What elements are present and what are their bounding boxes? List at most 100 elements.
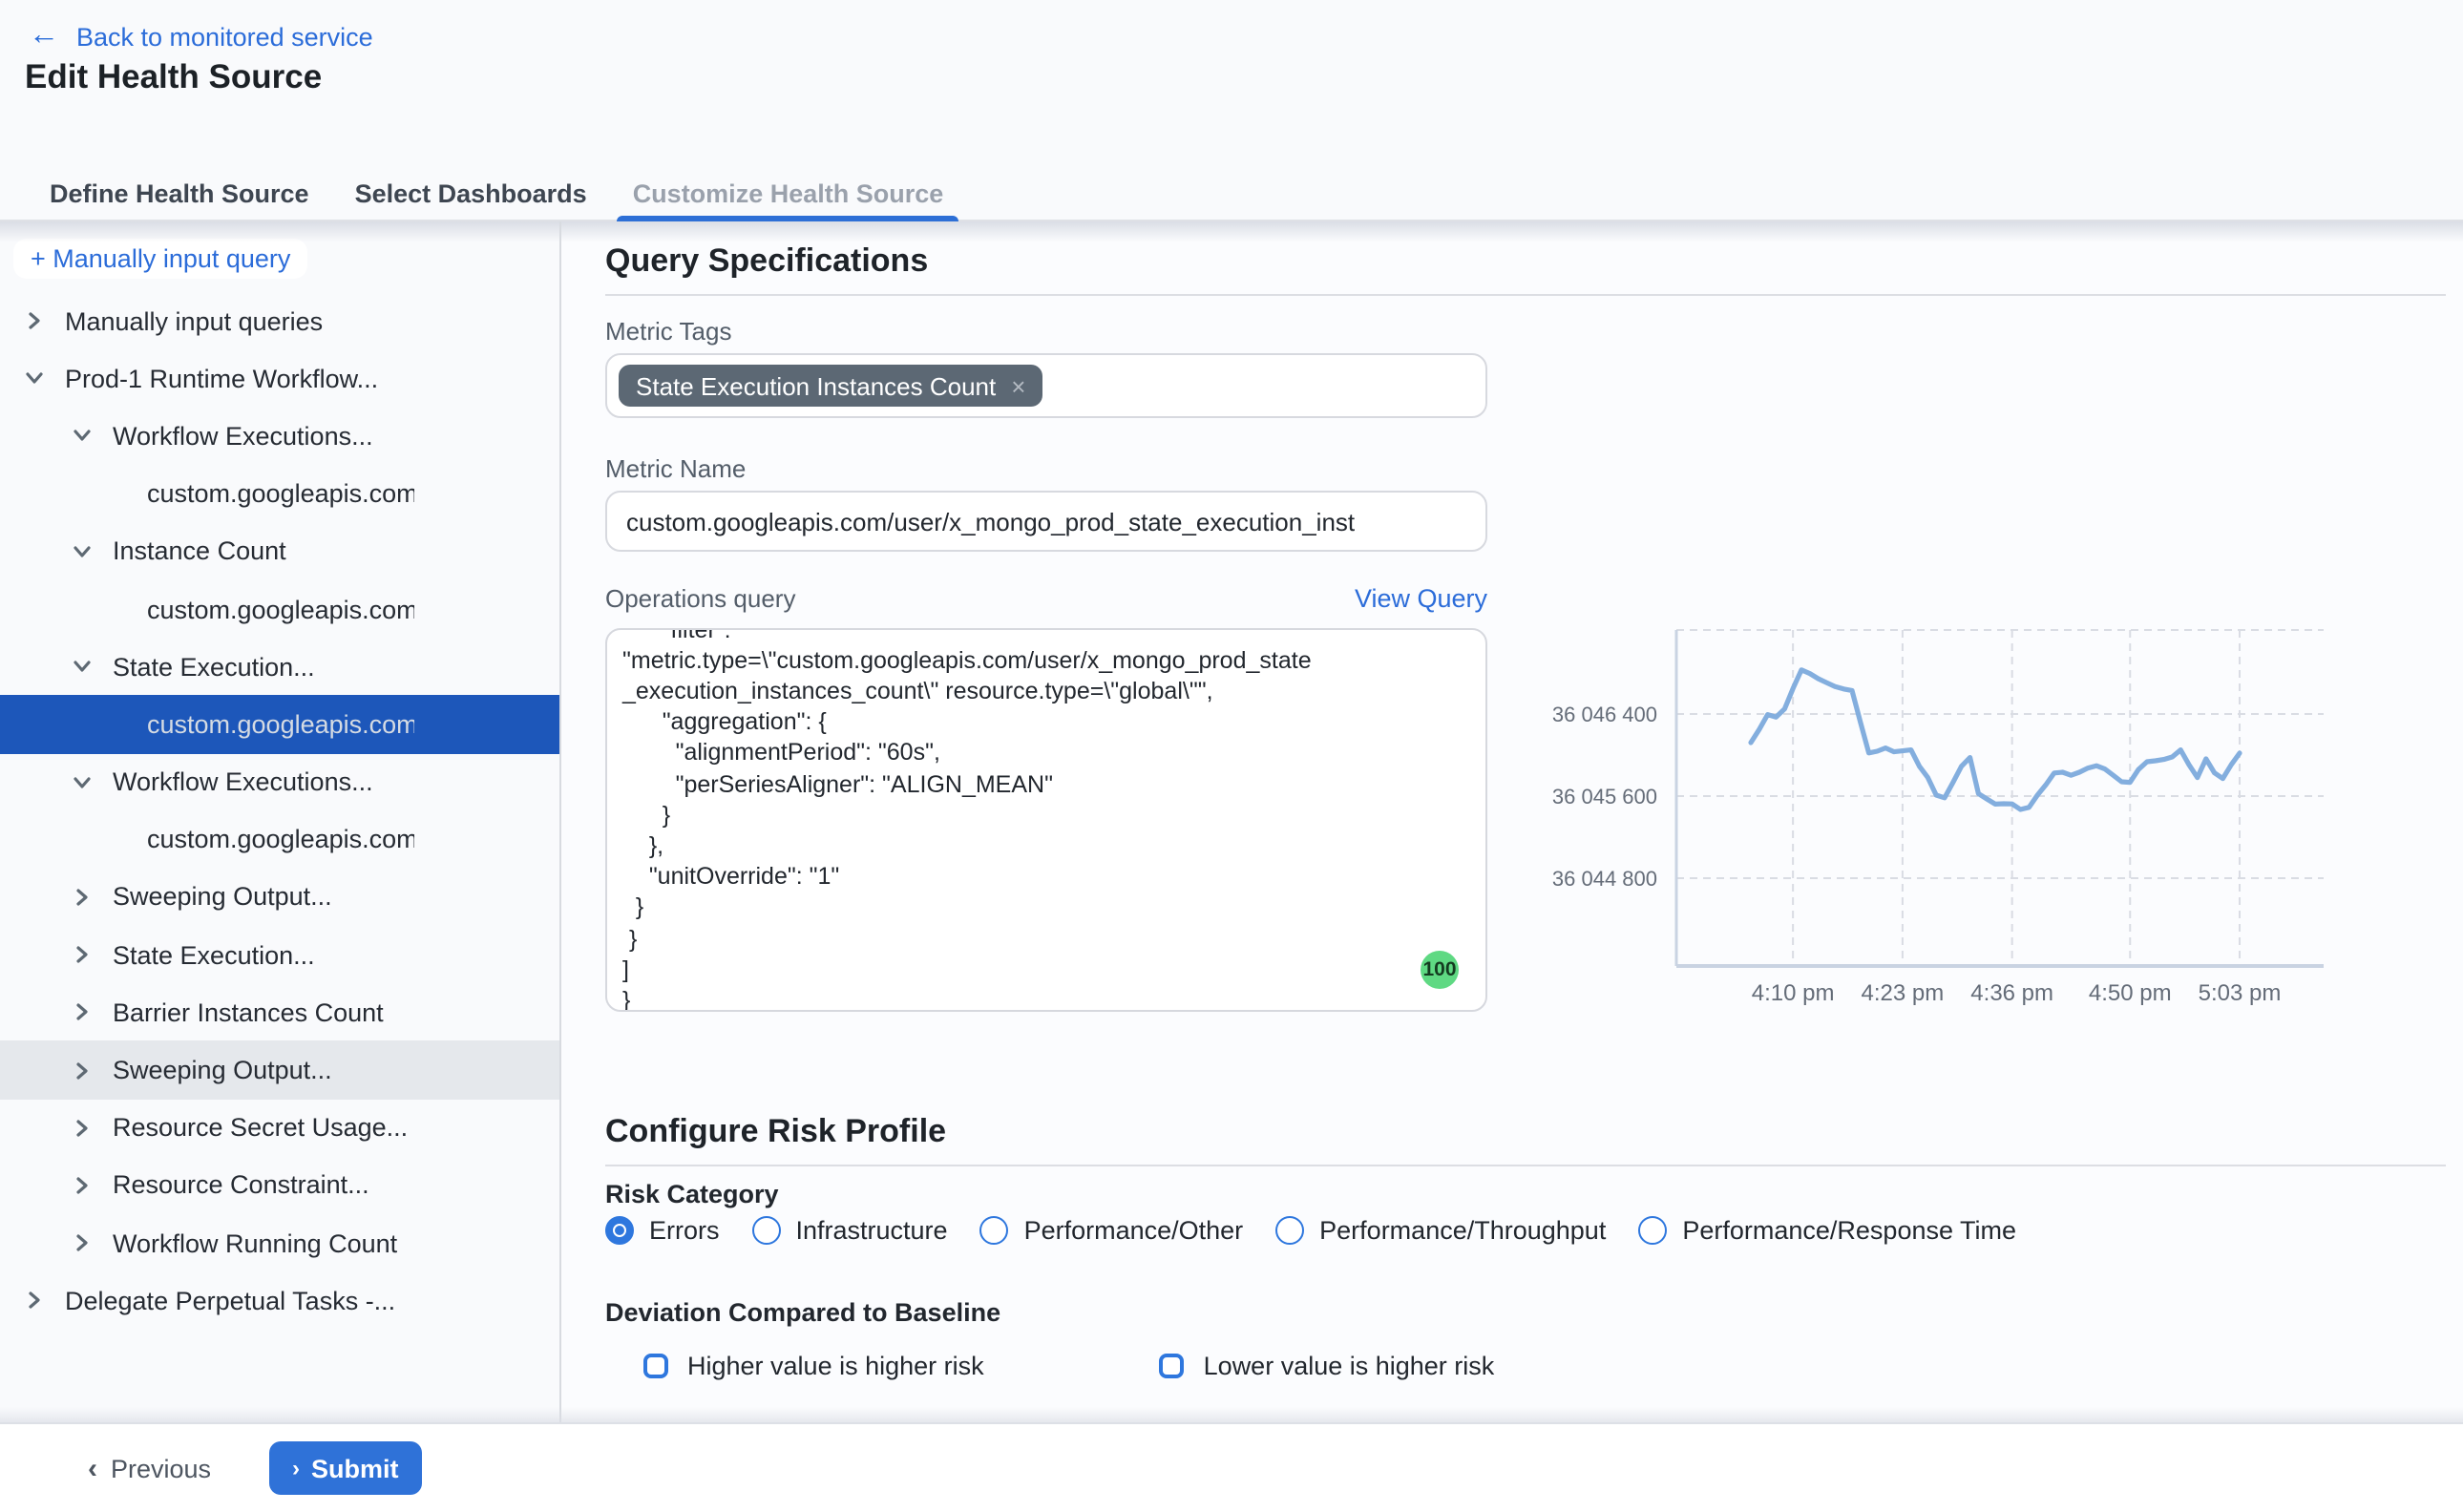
tree-item[interactable]: custom.googleapis.com <box>0 580 559 638</box>
tree-item[interactable]: custom.googleapis.com <box>0 696 559 753</box>
risk-category-option-label: Performance/Throughput <box>1319 1216 1606 1245</box>
tree-item-label: Manually input queries <box>65 306 323 335</box>
tree-item-label: State Execution... <box>113 652 315 681</box>
radio-selected-icon[interactable] <box>605 1216 634 1245</box>
risk-category-option-label: Errors <box>649 1216 720 1245</box>
metric-tags-label: Metric Tags <box>605 317 731 346</box>
tree-item-label: Delegate Perpetual Tasks -... <box>65 1287 395 1315</box>
tree-item[interactable]: State Execution... <box>0 638 559 695</box>
tree-item-label: Workflow Running Count <box>113 1228 397 1257</box>
svg-text:36 044 800: 36 044 800 <box>1552 867 1657 891</box>
tree-item[interactable]: Workflow Executions... <box>0 408 559 465</box>
tree-item[interactable]: Manually input queries <box>0 292 559 349</box>
tree-item[interactable]: State Execution... <box>0 926 559 983</box>
deviation-option-lower-value-is-higher-risk[interactable]: Lower value is higher risk <box>1160 1352 1495 1380</box>
chevron-right-icon <box>73 1176 92 1195</box>
tree-item[interactable]: Prod-1 Runtime Workflow... <box>0 349 559 407</box>
tab-customize-health-source[interactable]: Customize Health Source <box>629 168 948 220</box>
tree-item-label: Barrier Instances Count <box>113 998 384 1027</box>
tree-item-label: Workflow Executions... <box>113 422 373 451</box>
tree-item[interactable]: Delegate Perpetual Tasks -... <box>0 1271 559 1329</box>
metric-name-label: Metric Name <box>605 454 746 483</box>
risk-category-option-errors[interactable]: Errors <box>605 1216 720 1245</box>
view-query-link[interactable]: View Query <box>1355 584 1487 613</box>
risk-category-option-performance-response-time[interactable]: Performance/Response Time <box>1638 1216 2016 1245</box>
submit-button-label: Submit <box>311 1454 399 1482</box>
svg-text:4:50 pm: 4:50 pm <box>2089 980 2172 1006</box>
chevron-down-icon <box>73 542 92 561</box>
risk-category-option-label: Performance/Other <box>1024 1216 1244 1245</box>
back-link[interactable]: ← Back to monitored service <box>29 21 373 52</box>
svg-text:4:36 pm: 4:36 pm <box>1970 980 2053 1006</box>
risk-category-option-infrastructure[interactable]: Infrastructure <box>752 1216 948 1245</box>
svg-text:5:03 pm: 5:03 pm <box>2199 980 2282 1006</box>
deviation-option-label: Higher value is higher risk <box>687 1352 984 1380</box>
chevron-right-icon <box>73 1003 92 1022</box>
chevron-down-icon <box>25 369 44 388</box>
radio-unselected-icon[interactable] <box>980 1216 1009 1245</box>
risk-category-option-performance-throughput[interactable]: Performance/Throughput <box>1275 1216 1606 1245</box>
add-query-button[interactable]: + Manually input query <box>13 239 307 279</box>
chevron-down-icon <box>73 427 92 446</box>
tree-item[interactable]: Workflow Executions... <box>0 753 559 810</box>
tree-item-label: Resource Secret Usage... <box>113 1113 408 1142</box>
back-link-label: Back to monitored service <box>76 22 373 51</box>
operations-query-editor[interactable]: "filter": "metric.type=\"custom.googleap… <box>605 628 1487 1012</box>
tree-item-label: Instance Count <box>113 537 286 566</box>
deviation-label: Deviation Compared to Baseline <box>605 1298 1000 1327</box>
metric-name-input[interactable] <box>605 491 1487 552</box>
svg-text:4:10 pm: 4:10 pm <box>1752 980 1835 1006</box>
submit-button[interactable]: › Submit <box>269 1441 422 1495</box>
chevron-right-icon <box>73 1118 92 1137</box>
tree-item[interactable]: Sweeping Output... <box>0 869 559 926</box>
chevron-right-icon <box>25 311 44 330</box>
radio-unselected-icon[interactable] <box>1275 1216 1304 1245</box>
operations-query-label: Operations query <box>605 584 795 613</box>
remove-tag-icon[interactable]: × <box>1011 371 1025 400</box>
metric-tags-input[interactable]: State Execution Instances Count × <box>605 353 1487 418</box>
tree-item[interactable]: Instance Count <box>0 523 559 580</box>
deviation-option-higher-value-is-higher-risk[interactable]: Higher value is higher risk <box>643 1352 984 1380</box>
section-divider <box>605 294 2446 296</box>
chart-series-line <box>1751 670 2240 809</box>
risk-category-option-label: Infrastructure <box>796 1216 948 1245</box>
deviation-option-label: Lower value is higher risk <box>1204 1352 1495 1380</box>
tab-define-health-source[interactable]: Define Health Source <box>46 168 313 220</box>
tree-item-label: custom.googleapis.com <box>147 710 414 739</box>
tab-select-dashboards[interactable]: Select Dashboards <box>351 168 591 220</box>
page-title: Edit Health Source <box>25 57 322 97</box>
previous-button[interactable]: ‹ Previous <box>88 1424 211 1512</box>
main-panel: Query Specifications Metric Tags State E… <box>561 221 2463 1424</box>
tree-item-label: Prod-1 Runtime Workflow... <box>65 365 378 393</box>
radio-unselected-icon[interactable] <box>1638 1216 1667 1245</box>
tree-item-label: custom.googleapis.com <box>147 595 414 623</box>
tree-item[interactable]: custom.googleapis.com <box>0 465 559 522</box>
deviation-options-group: Higher value is higher risk Lower value i… <box>643 1352 1494 1380</box>
risk-category-option-performance-other[interactable]: Performance/Other <box>980 1216 1244 1245</box>
tree-item[interactable]: custom.googleapis.com <box>0 810 559 868</box>
risk-category-label: Risk Category <box>605 1180 779 1208</box>
tree-item[interactable]: Workflow Running Count <box>0 1214 559 1271</box>
tree-item-label: Sweeping Output... <box>113 883 332 912</box>
tree-item[interactable]: Sweeping Output... <box>0 1041 559 1099</box>
checkbox-icon[interactable] <box>643 1354 668 1378</box>
metric-preview-chart: 36 046 40036 045 60036 044 8004:10 pm4:2… <box>1508 615 2348 1016</box>
radio-unselected-icon[interactable] <box>752 1216 781 1245</box>
operations-query-code: "filter": "metric.type=\"custom.googleap… <box>622 628 1470 1012</box>
tree-item[interactable]: Resource Secret Usage... <box>0 1099 559 1156</box>
tree-item-label: custom.googleapis.com <box>147 479 414 508</box>
svg-text:36 045 600: 36 045 600 <box>1552 785 1657 808</box>
risk-category-group: Errors Infrastructure Performance/Other Per… <box>605 1216 2016 1245</box>
tab-bar: Define Health Source Select Dashboards Cus… <box>0 168 2463 221</box>
tree-item[interactable]: Resource Constraint... <box>0 1157 559 1214</box>
metric-tag-chip[interactable]: State Execution Instances Count × <box>619 365 1042 407</box>
chevron-right-icon <box>73 1060 92 1080</box>
sidebar-divider <box>559 221 561 1424</box>
tree-item[interactable]: Barrier Instances Count <box>0 984 559 1041</box>
metric-tree: Manually input queries Prod-1 Runtime Wor… <box>0 292 559 1330</box>
checkbox-icon[interactable] <box>1160 1354 1185 1378</box>
svg-text:4:23 pm: 4:23 pm <box>1862 980 1945 1006</box>
tree-item-label: Resource Constraint... <box>113 1171 369 1200</box>
operations-query-row: Operations query View Query <box>605 584 1487 613</box>
metric-tag-chip-label: State Execution Instances Count <box>636 371 996 400</box>
